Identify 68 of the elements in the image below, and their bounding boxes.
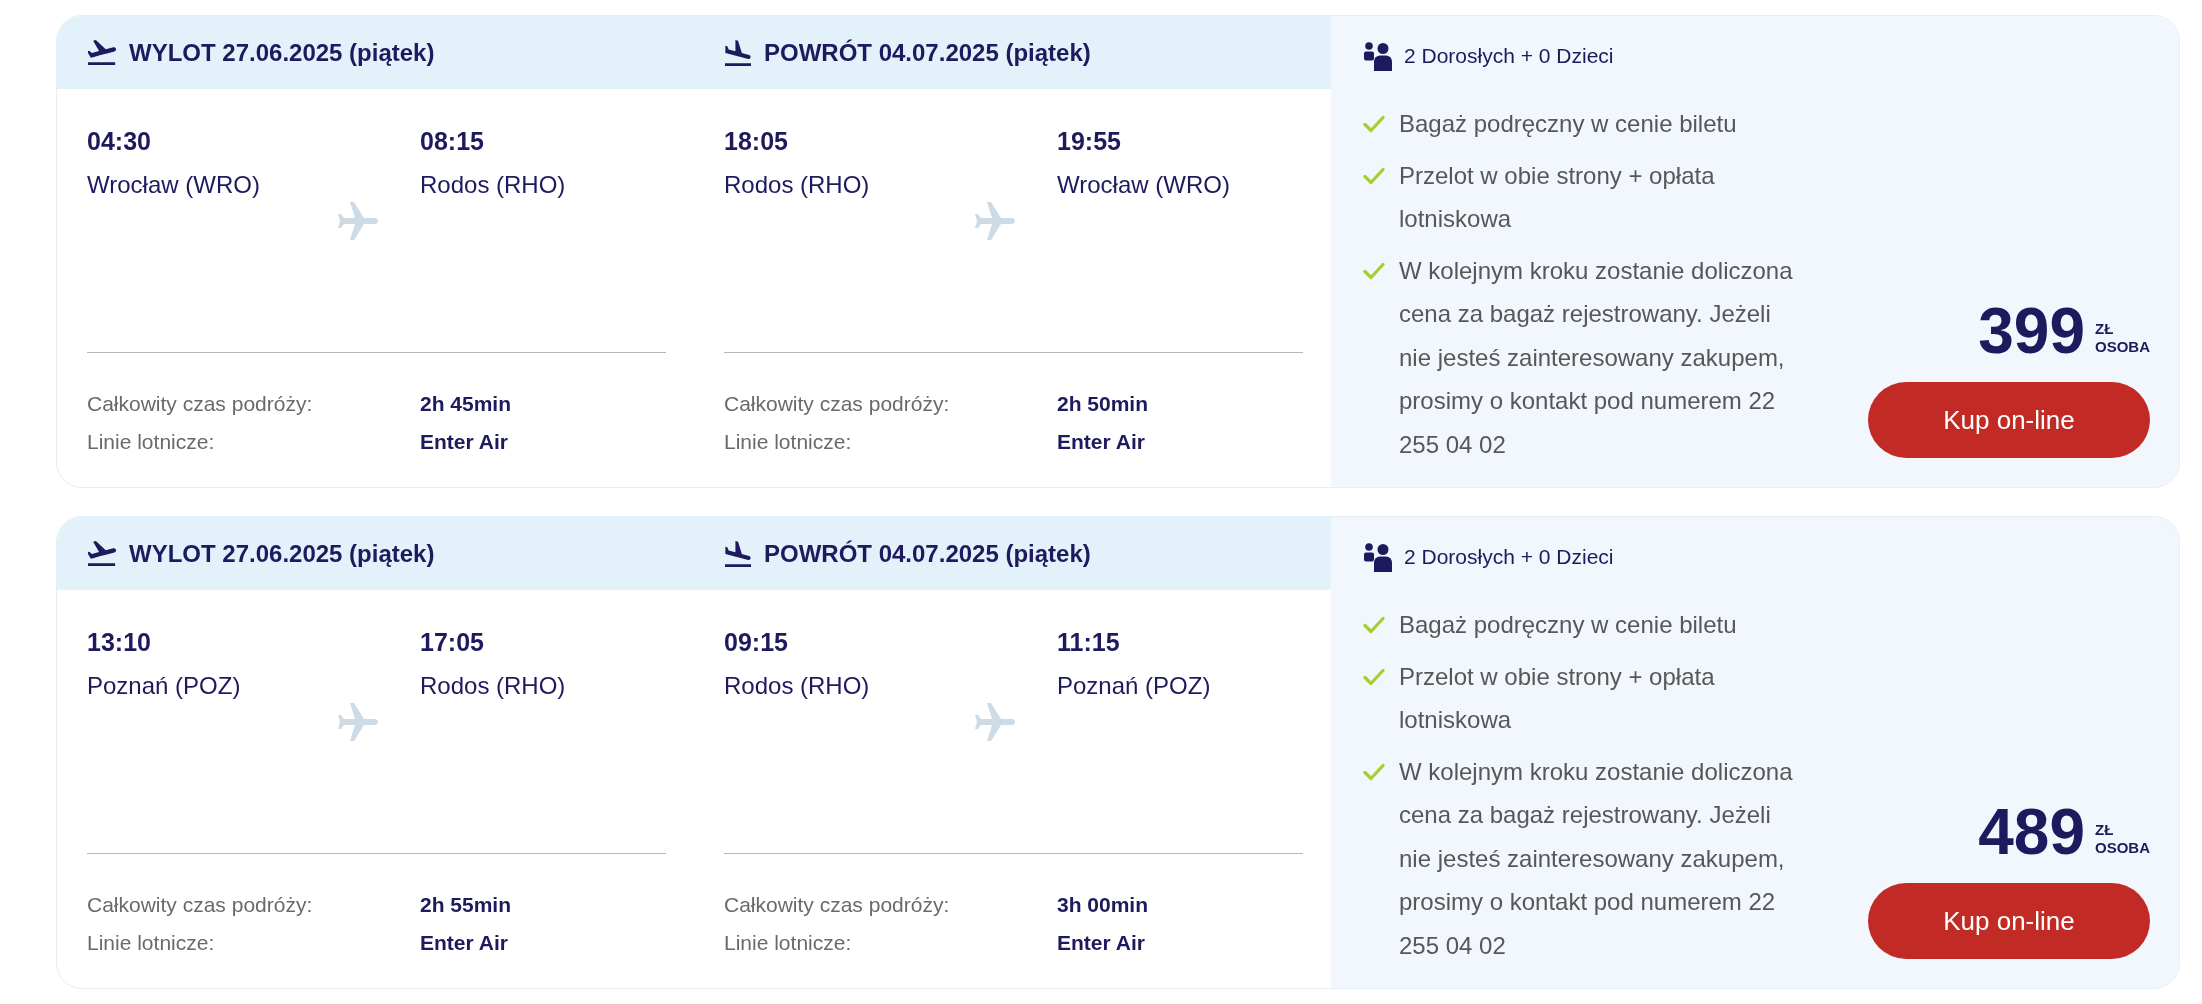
leg-heading: POWRÓT 04.07.2025 (piątek) (764, 539, 1091, 568)
detail-value: Enter Air (420, 931, 508, 955)
airplane-icon (975, 702, 1015, 741)
arrival-city: Rodos (RHO) (420, 170, 566, 200)
detail-label: Całkowity czas podróży: (87, 392, 313, 416)
check-icon (1363, 115, 1385, 133)
check-icon (1363, 667, 1385, 686)
price-amount: 489 (1978, 800, 2085, 864)
departure-city: Rodos (RHO) (724, 671, 870, 701)
detail-value: 2h 55min (420, 893, 512, 917)
people-icon (1363, 542, 1393, 572)
departure-city: Rodos (RHO) (724, 170, 870, 200)
detail-label: Linie lotnicze: (724, 931, 852, 955)
per-person-label: OSOBA (2095, 839, 2150, 857)
leg-heading: WYLOT 27.06.2025 (piątek) (129, 539, 435, 568)
takeoff-icon (88, 541, 116, 566)
detail-label: Linie lotnicze: (87, 931, 215, 955)
detail-value: 2h 45min (420, 392, 512, 416)
passenger-count: 2 Dorosłych + 0 Dzieci (1404, 44, 1614, 68)
landing-icon (725, 39, 751, 66)
people-icon (1363, 41, 1393, 71)
detail-value: 3h 00min (1057, 893, 1149, 917)
feature-text: Przelot w obie strony + opłata lotniskowa (1399, 661, 1716, 735)
buy-button[interactable]: Kup on-line (1868, 382, 2150, 458)
arrival-city: Wrocław (WRO) (1057, 170, 1230, 200)
departure-city: Poznań (POZ) (87, 671, 241, 701)
departure-time: 09:15 (724, 628, 788, 656)
passenger-count: 2 Dorosłych + 0 Dzieci (1404, 545, 1614, 569)
check-icon (1363, 166, 1385, 185)
arrival-city: Rodos (RHO) (420, 671, 566, 701)
check-icon (1363, 616, 1385, 634)
feature-text: Bagaż podręczny w cenie biletu (1399, 610, 1738, 640)
arrival-time: 08:15 (420, 127, 484, 155)
detail-value: Enter Air (420, 430, 508, 454)
detail-value: 2h 50min (1057, 392, 1149, 416)
price-amount: 399 (1978, 299, 2085, 363)
arrival-time: 11:15 (1057, 628, 1120, 656)
feature-text: W kolejnym kroku zostanie doliczona cena za bagaż rejestrowany. Jeżeli nie jesteś zainteresowany zakupem, prosimy o kontakt pod numerem 22 255 04 02 (1399, 255, 1794, 460)
buy-button[interactable]: Kup on-line (1868, 883, 2150, 959)
detail-label: Linie lotnicze: (724, 430, 852, 454)
check-icon (1363, 261, 1385, 280)
leg-heading: POWRÓT 04.07.2025 (piątek) (764, 38, 1091, 67)
detail-value: Enter Air (1057, 931, 1145, 955)
detail-value: Enter Air (1057, 430, 1145, 454)
detail-label: Całkowity czas podróży: (87, 893, 313, 917)
departure-city: Wrocław (WRO) (87, 170, 260, 200)
landing-icon (725, 540, 751, 567)
detail-label: Całkowity czas podróży: (724, 392, 950, 416)
feature-text: W kolejnym kroku zostanie doliczona cena za bagaż rejestrowany. Jeżeli nie jesteś zainteresowany zakupem, prosimy o kontakt pod numerem 22 255 04 02 (1399, 756, 1794, 961)
departure-time: 04:30 (87, 127, 151, 155)
check-icon (1363, 762, 1385, 781)
airplane-icon (975, 201, 1015, 240)
feature-text: Przelot w obie strony + opłata lotniskowa (1399, 160, 1716, 234)
arrival-time: 17:05 (420, 628, 484, 656)
leg-heading: WYLOT 27.06.2025 (piątek) (129, 38, 435, 67)
currency-label: ZŁ (2095, 821, 2114, 839)
detail-label: Całkowity czas podróży: (724, 893, 950, 917)
airplane-icon (338, 702, 378, 741)
per-person-label: OSOBA (2095, 338, 2150, 356)
arrival-city: Poznań (POZ) (1057, 671, 1211, 701)
departure-time: 18:05 (724, 127, 788, 155)
departure-time: 13:10 (87, 628, 151, 656)
detail-label: Linie lotnicze: (87, 430, 215, 454)
feature-text: Bagaż podręczny w cenie biletu (1399, 109, 1738, 139)
currency-label: ZŁ (2095, 320, 2114, 338)
arrival-time: 19:55 (1057, 127, 1121, 155)
airplane-icon (338, 201, 378, 240)
takeoff-icon (88, 40, 116, 65)
